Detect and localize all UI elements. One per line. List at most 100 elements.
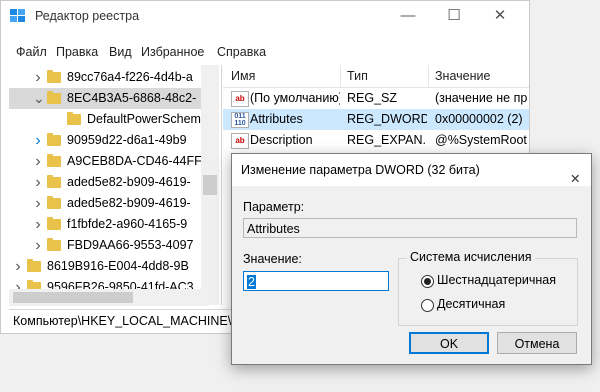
dialog-title: Изменение параметра DWORD (32 бита)	[241, 163, 480, 177]
radio-dec[interactable]	[421, 299, 434, 312]
scroll-thumb[interactable]	[13, 292, 133, 303]
window-title: Редактор реестра	[35, 9, 140, 23]
value-value: 0x00000002 (2)	[435, 112, 523, 126]
menu-edit[interactable]: Правка	[56, 45, 98, 59]
string-value-icon: ab	[231, 91, 249, 107]
value-name: Description	[250, 133, 313, 147]
dialog-close-button[interactable]: ✕	[561, 159, 583, 186]
tree-item[interactable]: › aded5e82-b909-4619-	[9, 193, 209, 214]
tree-item-label: 8EC4B3A5-6868-48c2-	[67, 91, 197, 105]
close-button[interactable]: ✕	[477, 3, 523, 29]
param-name-field: Attributes	[243, 218, 577, 238]
menu-bar: Файл Правка Вид Избранное Справка	[1, 43, 529, 63]
value-type: REG_DWORD	[347, 112, 427, 126]
base-group-label: Система исчисления	[407, 250, 535, 264]
folder-icon	[47, 154, 61, 167]
folder-icon	[47, 238, 61, 251]
chevron-right-icon[interactable]: ›	[33, 130, 43, 151]
folder-icon	[47, 91, 61, 104]
tree-item-label: 8619B916-E004-4dd8-9B	[47, 259, 189, 273]
tree-item[interactable]: › 89cc76a4-f226-4d4b-a	[9, 67, 209, 88]
param-name-value: Attributes	[247, 222, 300, 236]
tree-item-label: DefaultPowerScheme	[87, 112, 208, 126]
chevron-right-icon[interactable]: ›	[33, 151, 43, 172]
tree-item[interactable]: › 90959d22-d6a1-49b9	[9, 130, 209, 151]
column-value[interactable]: Значение	[435, 69, 490, 83]
tree-item-label: aded5e82-b909-4619-	[67, 196, 191, 210]
chevron-right-icon[interactable]: ›	[33, 67, 43, 88]
list-header: Имя Тип Значение	[223, 65, 529, 88]
folder-icon	[47, 70, 61, 83]
tree-item[interactable]: › 8619B916-E004-4dd8-9B	[9, 256, 209, 277]
chevron-right-icon[interactable]: ›	[33, 172, 43, 193]
tree-item[interactable]: › FBD9AA66-9553-4097	[9, 235, 209, 256]
radio-dec-label[interactable]: Десятичная	[437, 297, 505, 311]
chevron-right-icon[interactable]: ›	[33, 193, 43, 214]
menu-view[interactable]: Вид	[109, 45, 132, 59]
radio-hex-label[interactable]: Шестнадцатеричная	[437, 273, 556, 287]
tree-item-label: f1fbfde2-a960-4165-9	[67, 217, 188, 231]
chevron-right-icon[interactable]: ›	[33, 235, 43, 256]
value-name: Attributes	[250, 112, 303, 126]
tree-item-label: FBD9AA66-9553-4097	[67, 238, 194, 252]
value-type: REG_EXPAN...	[347, 133, 427, 147]
scroll-thumb[interactable]	[203, 175, 217, 195]
edit-dword-dialog: Изменение параметра DWORD (32 бита) ✕ Па…	[231, 153, 592, 365]
value-input[interactable]: 2	[243, 271, 389, 291]
minimize-icon: —	[400, 7, 416, 24]
tree-item-label: aded5e82-b909-4619-	[67, 175, 191, 189]
chevron-right-icon[interactable]: ›	[13, 256, 23, 277]
tree-item[interactable]: › aded5e82-b909-4619-	[9, 172, 209, 193]
chevron-down-icon[interactable]: ⌄	[33, 88, 45, 109]
tree-horizontal-scrollbar[interactable]	[9, 289, 209, 306]
tree-item-label: 89cc76a4-f226-4d4b-a	[67, 70, 193, 84]
value-row[interactable]: ab Description REG_EXPAN... @%SystemRoot	[223, 130, 529, 151]
tree-item-label: A9CEB8DA-CD46-44FF	[67, 154, 202, 168]
tree-item[interactable]: › A9CEB8DA-CD46-44FF	[9, 151, 209, 172]
dialog-title-bar[interactable]: Изменение параметра DWORD (32 бита) ✕	[232, 154, 591, 186]
maximize-button[interactable]: ☐	[431, 3, 477, 29]
menu-help[interactable]: Справка	[217, 45, 266, 59]
minimize-button[interactable]: —	[385, 3, 431, 29]
menu-favorites[interactable]: Избранное	[141, 45, 204, 59]
folder-icon	[47, 133, 61, 146]
param-label: Параметр:	[243, 200, 305, 214]
tree-item[interactable]: › f1fbfde2-a960-4165-9	[9, 214, 209, 235]
tree-item[interactable]: ⌄ 8EC4B3A5-6868-48c2-	[9, 88, 209, 109]
base-group: Система исчисления Шестнадцатеричная Дес…	[398, 250, 578, 326]
title-bar[interactable]: Редактор реестра — ☐ ✕	[1, 1, 529, 31]
tree-vertical-scrollbar[interactable]	[201, 65, 219, 305]
chevron-right-icon[interactable]: ›	[33, 214, 43, 235]
value-row[interactable]: 011 110 Attributes REG_DWORD 0x00000002 (2)	[223, 109, 529, 130]
close-icon: ✕	[493, 7, 507, 24]
folder-icon	[27, 259, 41, 272]
column-type[interactable]: Тип	[347, 69, 368, 83]
value-input-text: 2	[247, 275, 256, 289]
column-divider[interactable]	[340, 65, 341, 87]
maximize-icon: ☐	[447, 7, 461, 24]
value-value: (значение не пр	[435, 91, 528, 105]
value-type: REG_SZ	[347, 91, 398, 105]
value-label: Значение:	[243, 252, 302, 266]
folder-icon	[47, 217, 61, 230]
ok-button[interactable]: OK	[409, 332, 489, 354]
registry-editor-icon	[10, 9, 25, 22]
folder-icon	[67, 112, 81, 125]
column-divider[interactable]	[428, 65, 429, 87]
cancel-button[interactable]: Отмена	[497, 332, 577, 354]
menu-file[interactable]: Файл	[16, 45, 47, 59]
column-name[interactable]: Имя	[231, 69, 255, 83]
tree-item-label: 90959d22-d6a1-49b9	[67, 133, 187, 147]
radio-hex[interactable]	[421, 275, 434, 288]
tree-item[interactable]: DefaultPowerScheme	[9, 109, 209, 130]
folder-icon	[47, 196, 61, 209]
close-icon: ✕	[570, 172, 581, 186]
string-value-icon: ab	[231, 133, 249, 149]
folder-icon	[47, 175, 61, 188]
registry-tree[interactable]: › 89cc76a4-f226-4d4b-a ⌄ 8EC4B3A5-6868-48c2…	[9, 65, 222, 305]
value-value: @%SystemRoot	[435, 133, 527, 147]
binary-value-icon: 011 110	[231, 112, 249, 128]
value-name: (По умолчанию)	[250, 91, 340, 105]
value-row[interactable]: ab (По умолчанию) REG_SZ (значение не пр	[223, 88, 529, 109]
status-path: Компьютер\HKEY_LOCAL_MACHINE\S	[13, 314, 240, 328]
